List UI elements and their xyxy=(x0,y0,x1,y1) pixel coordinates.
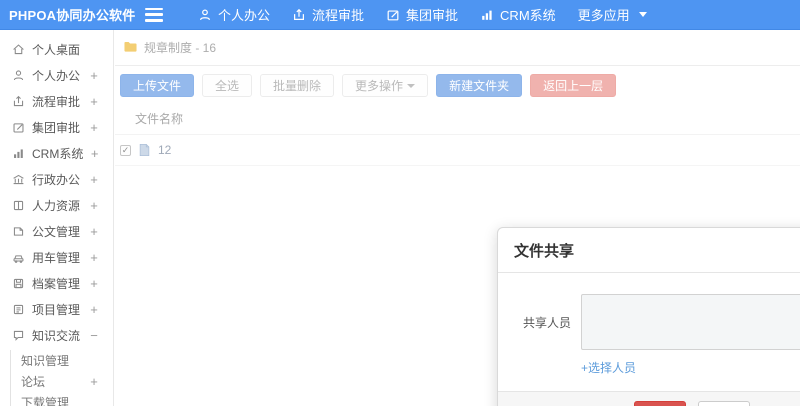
go-back-button[interactable]: 返回上一层 xyxy=(530,74,617,97)
car-icon xyxy=(12,251,25,264)
nav-group-approval[interactable]: 集团审批 xyxy=(375,0,469,30)
share-people-label: 共享人员 xyxy=(523,315,572,330)
caret-down-icon xyxy=(407,83,416,88)
comment-icon xyxy=(12,329,25,342)
upload-box-icon xyxy=(12,95,25,108)
sidebar-item-personal-office[interactable]: 个人办公 + xyxy=(0,62,113,88)
home-icon xyxy=(12,43,25,56)
expand-plus-icon[interactable]: + xyxy=(89,120,99,135)
expand-plus-icon[interactable]: + xyxy=(90,146,99,161)
edit-square-icon xyxy=(12,121,25,134)
expand-plus-icon[interactable]: + xyxy=(89,172,99,187)
select-all-button[interactable]: 全选 xyxy=(202,74,253,97)
nav-crm-system[interactable]: CRM系统 xyxy=(469,0,567,30)
caret-down-icon xyxy=(638,12,647,17)
expand-plus-icon[interactable]: + xyxy=(89,224,99,239)
sidebar-item-project-management[interactable]: 项目管理 + xyxy=(0,296,113,322)
bar-chart-icon xyxy=(480,8,494,22)
sidebar-subitem-download-management[interactable]: 下载管理 xyxy=(11,392,113,406)
new-folder-button[interactable]: 新建文件夹 xyxy=(436,74,523,97)
sidebar-item-human-resources[interactable]: 人力资源 + xyxy=(0,192,113,218)
row-checkbox[interactable]: ✓ xyxy=(120,144,131,156)
save-icon xyxy=(12,277,25,290)
knowledge-exchange-submenu: 知识管理 论坛 + 下载管理 xyxy=(10,350,113,406)
share-people-textarea[interactable] xyxy=(581,294,800,350)
file-name-column-header: 文件名称 xyxy=(115,97,800,135)
sidebar-item-crm[interactable]: CRM系统 + xyxy=(0,140,113,166)
sidebar-item-admin-office[interactable]: 行政办公 + xyxy=(0,166,113,192)
sidebar-item-personal-desktop[interactable]: 个人桌面 xyxy=(0,36,113,62)
modal-footer: 保存 取消 xyxy=(498,391,800,406)
sidebar-item-document-management[interactable]: 公文管理 + xyxy=(0,218,113,244)
sidebar-subitem-forum[interactable]: 论坛 + xyxy=(11,371,113,392)
sidebar-subitem-knowledge-management[interactable]: 知识管理 xyxy=(11,350,113,371)
breadcrumb-label: 规章制度 - 16 xyxy=(144,41,217,55)
save-button[interactable]: 保存 xyxy=(634,401,687,406)
cancel-button[interactable]: 取消 xyxy=(698,401,751,406)
bar-chart-icon xyxy=(12,147,25,160)
sidebar-item-workflow-approval[interactable]: 流程审批 + xyxy=(0,88,113,114)
sidebar-item-archive-management[interactable]: 档案管理 + xyxy=(0,270,113,296)
nav-workflow-approval[interactable]: 流程审批 xyxy=(281,0,375,30)
more-actions-dropdown[interactable]: 更多操作 xyxy=(342,74,429,97)
collapse-minus-icon[interactable]: − xyxy=(89,328,99,343)
batch-delete-button[interactable]: 批量删除 xyxy=(260,74,335,97)
breadcrumb: 规章制度 - 16 xyxy=(115,30,800,66)
folder-icon xyxy=(123,40,138,56)
expand-plus-icon[interactable]: + xyxy=(89,68,99,83)
file-document-icon xyxy=(138,143,151,157)
menu-toggle-icon[interactable] xyxy=(145,7,163,22)
edit-square-icon xyxy=(386,8,400,22)
app-logo: PHPOA协同办公软件 xyxy=(9,8,136,23)
document-icon xyxy=(12,225,25,238)
modal-body: 共享人员 +选择人员 xyxy=(498,273,800,391)
file-share-modal: 文件共享 共享人员 +选择人员 保存 取消 xyxy=(497,227,800,406)
list-icon xyxy=(12,303,25,316)
file-toolbar: 上传文件 全选 批量删除 更多操作 新建文件夹 返回上一层 xyxy=(115,66,800,97)
modal-title: 文件共享 xyxy=(498,228,800,273)
book-icon xyxy=(12,199,25,212)
sidebar-item-group-approval[interactable]: 集团审批 + xyxy=(0,114,113,140)
sidebar-item-knowledge-exchange[interactable]: 知识交流 − xyxy=(0,322,113,348)
file-row[interactable]: ✓ 12 xyxy=(115,135,800,166)
sidebar-item-vehicle-management[interactable]: 用车管理 + xyxy=(0,244,113,270)
file-name[interactable]: 12 xyxy=(158,143,171,157)
upload-box-icon xyxy=(292,8,306,22)
user-icon xyxy=(198,8,212,22)
bank-icon xyxy=(12,173,25,186)
top-navigation-bar: PHPOA协同办公软件 个人办公 流程审批 集团审批 CRM系统 更多应用 xyxy=(0,0,800,30)
expand-plus-icon[interactable]: + xyxy=(89,198,99,213)
expand-plus-icon[interactable]: + xyxy=(89,94,99,109)
expand-plus-icon[interactable]: + xyxy=(89,276,99,291)
user-icon xyxy=(12,69,25,82)
expand-plus-icon[interactable]: + xyxy=(89,250,99,265)
nav-personal-office[interactable]: 个人办公 xyxy=(187,0,281,30)
upload-file-button[interactable]: 上传文件 xyxy=(120,74,195,97)
expand-plus-icon[interactable]: + xyxy=(89,374,99,389)
nav-more-apps[interactable]: 更多应用 xyxy=(567,0,658,30)
sidebar-menu: 个人桌面 个人办公 + 流程审批 + 集团审批 + CRM系统 + 行政办公 +… xyxy=(0,30,114,406)
expand-plus-icon[interactable]: + xyxy=(89,302,99,317)
select-people-link[interactable]: +选择人员 xyxy=(581,359,636,376)
